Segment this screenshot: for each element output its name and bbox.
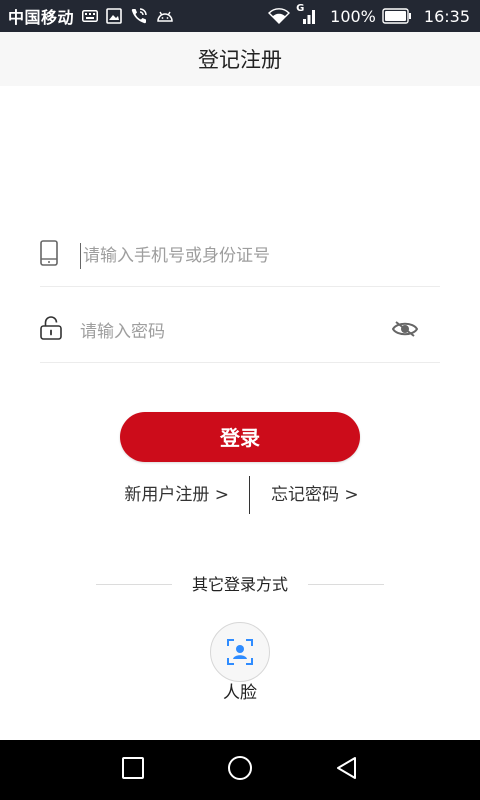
carrier-name: 中国移动 (8, 8, 75, 27)
password-field-row (40, 288, 440, 363)
keyboard-icon (82, 10, 99, 22)
status-bar: 中国移动 G 100% 16:35 (0, 0, 480, 32)
lock-icon (40, 316, 62, 344)
status-clock: 16:35 (423, 6, 470, 26)
login-button[interactable]: 登录 (120, 412, 360, 462)
face-login-circle[interactable] (210, 622, 270, 682)
phone-input[interactable] (80, 243, 383, 269)
battery-percentage: 100% (330, 6, 376, 26)
forgot-password-link[interactable]: 忘记密码 > (271, 476, 359, 514)
face-login-label: 人脸 (223, 683, 257, 703)
recent-apps-icon[interactable] (121, 756, 145, 784)
wifi-icon (268, 8, 291, 24)
android-icon (156, 9, 174, 23)
battery-icon (382, 8, 412, 24)
page-title: 登记注册 (198, 48, 282, 72)
phone-wifi-icon (130, 7, 148, 25)
phone-field-row (40, 212, 440, 287)
signal-icon: G (296, 3, 318, 25)
app-screen: 中国移动 G 100% 16:35 登记注册 请输入手机号或身份证号 登录 新用… (0, 0, 480, 800)
face-login-button[interactable]: 人脸 (209, 622, 271, 712)
status-right: G 100% 16:35 (268, 0, 470, 32)
register-link[interactable]: 新用户注册 > (124, 476, 229, 514)
password-input[interactable] (80, 312, 380, 352)
app-header: 登记注册 (0, 32, 480, 86)
account-links: 新用户注册 > 忘记密码 > (0, 476, 480, 514)
status-left: 中国移动 (8, 0, 174, 32)
other-login-divider: 其它登录方式 (96, 572, 384, 598)
home-icon[interactable] (226, 756, 254, 788)
system-nav-bar (0, 740, 480, 800)
face-scan-icon (227, 639, 253, 665)
other-login-label: 其它登录方式 (191, 575, 288, 594)
eye-hidden-icon[interactable] (391, 320, 419, 342)
back-icon[interactable] (335, 756, 359, 784)
divider-line-right (308, 584, 384, 585)
image-icon (106, 8, 122, 24)
links-divider (249, 476, 250, 514)
mobile-phone-icon (40, 240, 58, 270)
